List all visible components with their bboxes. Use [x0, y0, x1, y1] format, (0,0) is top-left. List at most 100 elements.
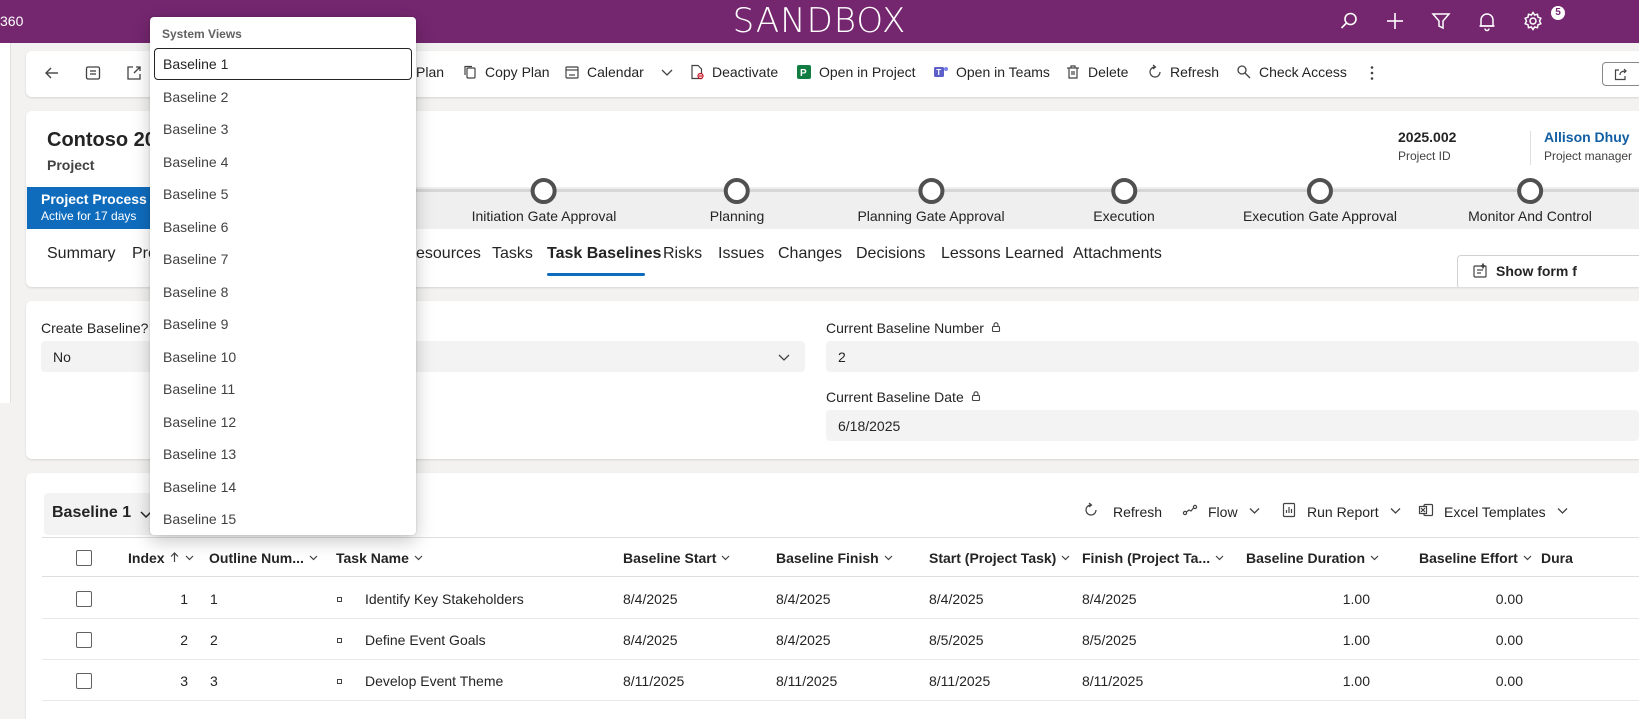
view-option-baseline-14[interactable]: Baseline 14: [154, 471, 412, 503]
column-header-label: Outline Num...: [209, 550, 304, 566]
stage-execution[interactable]: Execution: [1093, 178, 1155, 224]
view-option-baseline-1[interactable]: Baseline 1: [154, 48, 412, 80]
copy-plan-button[interactable]: Copy Plan: [462, 64, 550, 80]
cell-outline-number: 3: [210, 673, 218, 689]
cell-task-name[interactable]: Identify Key Stakeholders: [365, 591, 524, 607]
cell-baseline-effort: 0.00: [1495, 673, 1523, 689]
run-report-button[interactable]: Run Report: [1281, 502, 1402, 521]
column-header-baseline-duration[interactable]: Baseline Duration: [1246, 550, 1380, 566]
refresh-button[interactable]: Refresh: [1147, 64, 1219, 80]
view-option-baseline-15[interactable]: Baseline 15: [154, 503, 412, 535]
row-select-checkbox[interactable]: [76, 591, 92, 607]
column-header-duration[interactable]: Dura: [1541, 550, 1573, 566]
cell-index: 2: [180, 632, 188, 648]
process-active-flyout[interactable]: Project Process Active for 17 days: [27, 187, 157, 229]
stage-monitor-and-control[interactable]: Monitor And Control: [1468, 178, 1592, 224]
view-option-baseline-4[interactable]: Baseline 4: [154, 146, 412, 178]
back-arrow-icon[interactable]: [43, 64, 61, 82]
notification-bell-icon[interactable]: [1476, 10, 1498, 32]
open-new-window-icon[interactable]: [125, 64, 143, 82]
plan-button[interactable]: Plan: [416, 64, 444, 80]
stage-execution-gate-approval[interactable]: Execution Gate Approval: [1243, 178, 1397, 224]
cell-task-name[interactable]: Develop Event Theme: [365, 673, 503, 689]
tab-risks[interactable]: Risks: [663, 245, 702, 263]
share-button[interactable]: [1602, 62, 1639, 86]
cell-task-name[interactable]: Define Event Goals: [365, 632, 486, 648]
column-header-start-project-task[interactable]: Start (Project Task): [929, 550, 1071, 566]
check-access-search-icon: [1236, 64, 1252, 80]
grid-refresh-button[interactable]: Refresh: [1083, 502, 1162, 521]
row-select-checkbox[interactable]: [76, 632, 92, 648]
table-row[interactable]: 2 2 Define Event Goals 8/4/2025 8/4/2025…: [42, 619, 1639, 660]
select-all-checkbox[interactable]: [76, 550, 92, 566]
view-selector-label: Baseline 1: [52, 504, 132, 521]
cell-start: 8/11/2025: [929, 673, 991, 689]
view-option-baseline-2[interactable]: Baseline 2: [154, 81, 412, 113]
table-row[interactable]: 3 3 Develop Event Theme 8/11/2025 8/11/2…: [42, 660, 1639, 701]
tab-lessons-learned[interactable]: Lessons Learned: [941, 245, 1064, 263]
tab-decisions[interactable]: Decisions: [856, 245, 925, 263]
show-form-fill-button[interactable]: Show form f: [1457, 255, 1639, 287]
view-option-baseline-10[interactable]: Baseline 10: [154, 341, 412, 373]
calendar-button[interactable]: Calendar: [564, 64, 675, 80]
stage-label: Execution Gate Approval: [1242, 208, 1398, 224]
column-header-label: Task Name: [336, 550, 409, 566]
column-header-index[interactable]: Index: [128, 550, 195, 566]
filter-icon[interactable]: [1430, 10, 1452, 32]
table-row[interactable]: 1 1 Identify Key Stakeholders 8/4/2025 8…: [42, 578, 1639, 619]
open-in-teams-button[interactable]: T Open in Teams: [933, 64, 1050, 80]
open-in-project-button[interactable]: P Open in Project: [796, 64, 916, 80]
view-option-baseline-12[interactable]: Baseline 12: [154, 406, 412, 438]
tab-summary[interactable]: Summary: [47, 245, 115, 263]
project-id-value: 2025.002: [1398, 129, 1457, 145]
excel-templates-button[interactable]: Excel Templates: [1418, 502, 1569, 521]
flow-button[interactable]: Flow: [1182, 502, 1261, 521]
stage-planning-gate-approval[interactable]: Planning Gate Approval: [857, 178, 1005, 224]
chevron-down-icon[interactable]: [659, 64, 675, 80]
tab-tasks[interactable]: Tasks: [492, 245, 533, 263]
row-select-checkbox[interactable]: [76, 673, 92, 689]
cell-baseline-finish: 8/11/2025: [776, 673, 838, 689]
column-header-baseline-effort[interactable]: Baseline Effort: [1419, 550, 1533, 566]
column-header-outline-number[interactable]: Outline Num...: [209, 550, 319, 566]
record-set-icon[interactable]: [84, 64, 102, 82]
view-option-baseline-5[interactable]: Baseline 5: [154, 178, 412, 210]
check-access-button[interactable]: Check Access: [1236, 64, 1347, 80]
tab-task-baselines[interactable]: Task Baselines: [547, 245, 661, 263]
copy-icon: [462, 64, 478, 80]
tab-changes[interactable]: Changes: [778, 245, 842, 263]
check-access-label: Check Access: [1259, 64, 1347, 80]
teams-icon: T: [933, 64, 949, 80]
view-option-baseline-9[interactable]: Baseline 9: [154, 308, 412, 340]
current-baseline-date-field: 6/18/2025: [826, 410, 1639, 441]
stage-initiation-gate-approval[interactable]: Initiation Gate Approval: [472, 178, 616, 224]
settings-gear-icon[interactable]: [1522, 10, 1544, 32]
delete-button[interactable]: Delete: [1065, 64, 1128, 80]
column-header-task-name[interactable]: Task Name: [336, 550, 424, 566]
stage-circle: [917, 178, 944, 204]
process-name: Project Process: [41, 191, 147, 207]
view-option-baseline-11[interactable]: Baseline 11: [154, 373, 412, 405]
view-option-baseline-3[interactable]: Baseline 3: [154, 113, 412, 145]
tab-attachments[interactable]: Attachments: [1073, 245, 1162, 263]
view-option-baseline-13[interactable]: Baseline 13: [154, 438, 412, 470]
stage-planning[interactable]: Planning: [710, 178, 764, 224]
deactivate-button[interactable]: Deactivate: [689, 64, 778, 80]
search-icon[interactable]: [1338, 10, 1360, 32]
refresh-label: Refresh: [1170, 64, 1220, 80]
view-option-baseline-7[interactable]: Baseline 7: [154, 243, 412, 275]
cell-baseline-finish: 8/4/2025: [776, 632, 831, 648]
view-option-baseline-8[interactable]: Baseline 8: [154, 276, 412, 308]
project-manager-label: Project manager: [1544, 149, 1633, 163]
header-divider: [1530, 131, 1531, 165]
column-header-finish-project-task[interactable]: Finish (Project Ta...: [1082, 550, 1225, 566]
column-header-baseline-finish[interactable]: Baseline Finish: [776, 550, 894, 566]
view-option-baseline-6[interactable]: Baseline 6: [154, 211, 412, 243]
tab-issues[interactable]: Issues: [718, 245, 764, 263]
tab-resources[interactable]: esources: [416, 245, 481, 263]
add-icon[interactable]: [1384, 10, 1406, 32]
project-manager-link[interactable]: Allison Dhuy: [1544, 129, 1632, 145]
cell-start: 8/5/2025: [929, 632, 984, 648]
column-header-baseline-start[interactable]: Baseline Start: [623, 550, 731, 566]
more-commands-icon[interactable]: [1363, 64, 1381, 82]
